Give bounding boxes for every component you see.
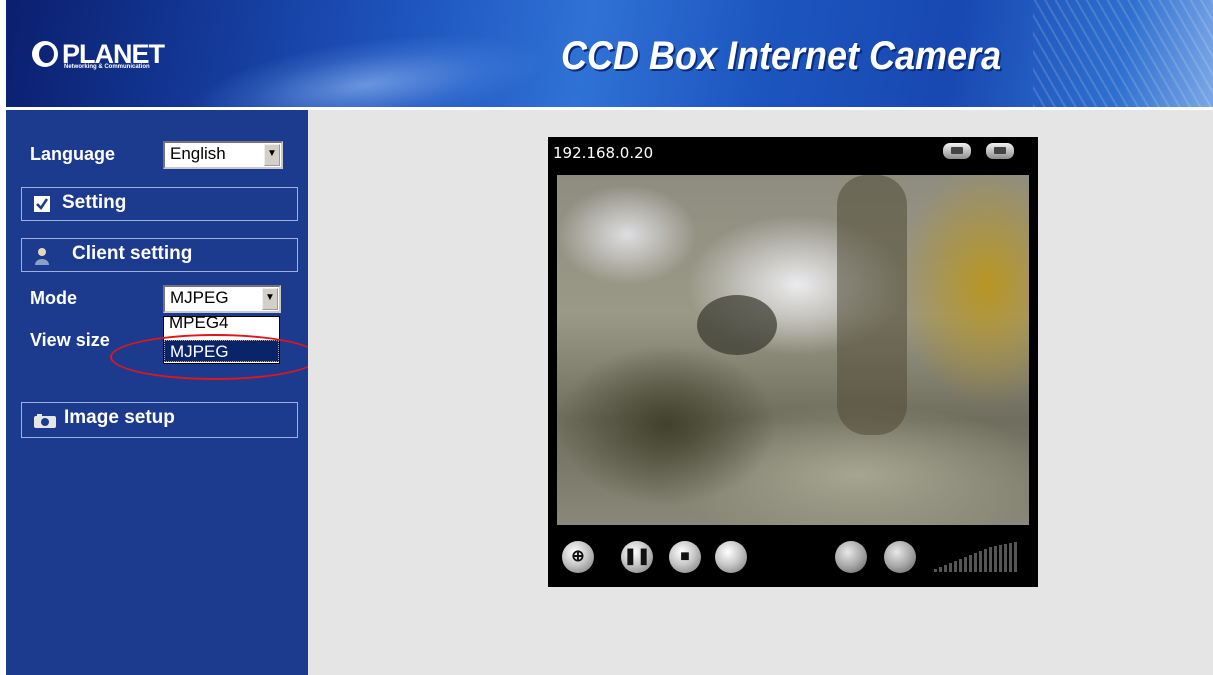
brand-tagline: Networking & Communication (64, 64, 150, 70)
pause-icon[interactable]: ❚❚ (621, 541, 653, 573)
camera-icon (34, 414, 56, 428)
window-mode-icon[interactable] (943, 143, 971, 159)
audio-icon[interactable] (884, 541, 916, 573)
sidebar: Language English ▼ Setting Client settin… (6, 107, 320, 675)
mode-option-mpeg4[interactable]: MPEG4 (164, 312, 279, 334)
record-icon[interactable] (715, 541, 747, 573)
volume-level-meter[interactable] (934, 542, 1030, 572)
setting-menu-button[interactable]: Setting (21, 187, 298, 221)
planet-logo: PLANET Networking & Communication (32, 34, 165, 74)
header-building-decoration (1033, 0, 1213, 107)
mode-select-value: MJPEG (170, 288, 229, 307)
language-label: Language (30, 144, 116, 164)
highlight-ellipse (110, 334, 320, 380)
language-select-value: English (170, 144, 226, 163)
camera-viewer: 192.168.0.20 ⊕ ❚❚ ■ (548, 137, 1038, 587)
stop-icon[interactable]: ■ (669, 541, 701, 573)
page-header: PLANET Networking & Communication CCD Bo… (6, 0, 1213, 107)
chevron-down-icon[interactable]: ▼ (262, 288, 278, 310)
zoom-icon[interactable]: ⊕ (562, 541, 594, 573)
chevron-down-icon[interactable]: ▼ (264, 144, 280, 166)
checkbox-icon (34, 196, 50, 212)
main-content: 192.168.0.20 ⊕ ❚❚ ■ (308, 107, 1213, 675)
header-swoosh-decoration (181, 15, 551, 107)
fullscreen-icon[interactable] (986, 143, 1014, 159)
language-select[interactable]: English ▼ (163, 141, 283, 169)
image-setup-menu-button[interactable]: Image setup (21, 402, 298, 438)
client-setting-label: Client setting (72, 243, 193, 264)
client-setting-menu-button[interactable]: Client setting (21, 238, 298, 272)
camera-ip-address: 192.168.0.20 (553, 144, 654, 162)
user-icon (35, 248, 49, 265)
planet-logo-icon (32, 41, 58, 67)
mode-label: Mode (30, 288, 77, 308)
page-title: CCD Box Internet Camera (561, 34, 1002, 78)
view-size-label: View size (30, 330, 110, 350)
image-setup-label: Image setup (64, 407, 175, 428)
mode-select[interactable]: MJPEG ▼ (163, 285, 281, 313)
snapshot-icon[interactable] (835, 541, 867, 573)
setting-label: Setting (62, 192, 127, 213)
live-video-feed (557, 175, 1029, 525)
